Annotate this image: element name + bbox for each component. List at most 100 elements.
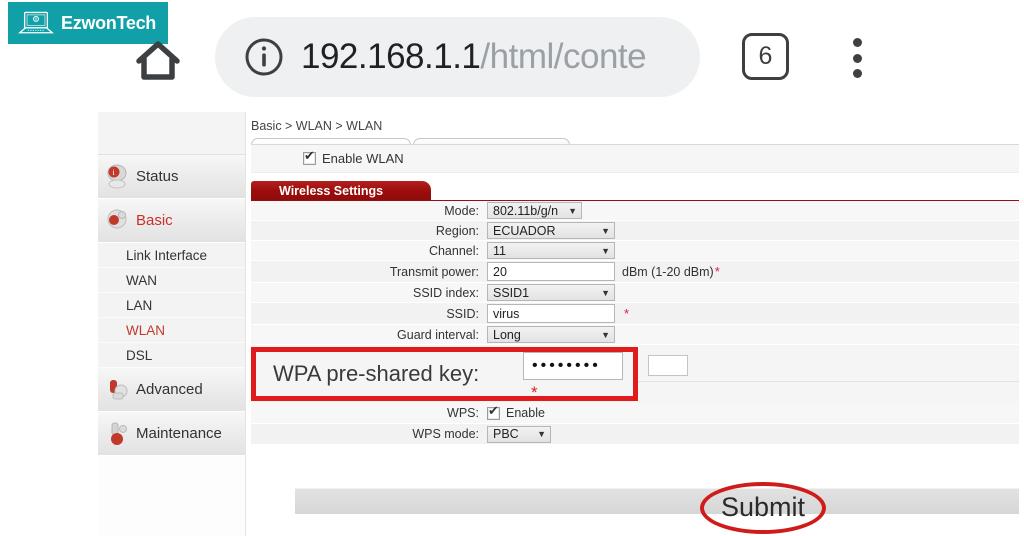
ssid-index-select[interactable]: SSID1 ▼ xyxy=(487,284,615,301)
router-admin-page: i Status Basic Link Interface WAN LAN WL… xyxy=(98,112,1024,536)
laptop-icon xyxy=(18,11,54,34)
sidebar-item-advanced[interactable]: Advanced xyxy=(98,368,245,412)
ssid-index-select-value: SSID1 xyxy=(493,285,530,300)
sidebar-item-basic[interactable]: Basic xyxy=(98,199,245,243)
advanced-icon xyxy=(110,380,128,400)
sidebar-subitem-label: LAN xyxy=(126,297,153,313)
basic-icon xyxy=(107,209,127,229)
url-bar[interactable]: 192.168.1.1/html/conte xyxy=(215,17,700,97)
sidebar: i Status Basic Link Interface WAN LAN WL… xyxy=(98,112,246,536)
url-text[interactable]: 192.168.1.1/html/conte xyxy=(301,37,647,77)
wps-enable-checkbox[interactable] xyxy=(487,404,500,420)
sidebar-subitem-wan[interactable]: WAN xyxy=(98,268,245,293)
mode-select[interactable]: 802.11b/g/n ▼ xyxy=(487,202,582,219)
status-icon: i xyxy=(107,164,127,189)
home-icon[interactable] xyxy=(133,37,183,83)
guard-interval-select-value: Long xyxy=(493,327,521,342)
wpa-secondary-input[interactable] xyxy=(648,355,688,376)
field-label-wps: WPS: xyxy=(447,406,479,420)
wps-mode-select-value: PBC xyxy=(493,427,519,441)
field-label-wps-mode: WPS mode: xyxy=(412,427,479,441)
field-label-transmit-power: Transmit power: xyxy=(389,264,479,279)
sidebar-subitem-wlan[interactable]: WLAN xyxy=(98,318,245,343)
wpa-preshared-key-value: •••••••• xyxy=(532,357,601,374)
sidebar-subitem-label: WAN xyxy=(126,272,157,288)
sidebar-item-status[interactable]: i Status xyxy=(98,155,245,199)
field-row-wps-mode: WPS mode: PBC ▼ xyxy=(251,424,1019,445)
field-label-ssid-index: SSID index: xyxy=(412,285,479,300)
chevron-down-icon: ▼ xyxy=(537,429,546,439)
field-control-ssid-index: SSID1 ▼ xyxy=(487,284,615,301)
tab-count-button[interactable]: 6 xyxy=(742,33,789,80)
kebab-menu-icon[interactable] xyxy=(847,38,867,78)
field-control-ssid: virus * xyxy=(487,304,629,323)
maintenance-icon xyxy=(111,422,127,445)
sidebar-subitem-label: WLAN xyxy=(126,322,166,338)
submit-button[interactable]: Submit xyxy=(700,478,826,536)
chevron-down-icon: ▼ xyxy=(601,225,610,236)
chevron-down-icon: ▼ xyxy=(601,245,610,256)
logo-label: EzwonTech xyxy=(61,12,156,33)
field-label-mode: Mode: xyxy=(444,203,479,218)
field-control-region: ECUADOR ▼ xyxy=(487,222,615,239)
sidebar-subitem-lan[interactable]: LAN xyxy=(98,293,245,318)
region-select[interactable]: ECUADOR ▼ xyxy=(487,222,615,239)
field-control-wps-mode: PBC ▼ xyxy=(487,425,551,443)
field-row-mode: Mode: 802.11b/g/n ▼ xyxy=(251,201,1019,221)
section-title-tab: Wireless Settings xyxy=(251,181,431,201)
sidebar-item-maintenance[interactable]: Maintenance xyxy=(98,412,245,456)
sidebar-filler xyxy=(98,456,245,536)
transmit-power-unit: dBm (1-20 dBm) xyxy=(622,264,714,279)
form-footer-bar xyxy=(295,488,1019,514)
sidebar-header-spacer xyxy=(98,112,245,155)
field-label-region: Region: xyxy=(435,223,479,238)
enable-wlan-checkbox[interactable] xyxy=(303,149,316,165)
sidebar-item-label: Advanced xyxy=(136,381,203,398)
breadcrumb: Basic > WLAN > WLAN xyxy=(251,119,383,133)
enable-wlan-row[interactable]: Enable WLAN xyxy=(251,145,1019,173)
required-asterisk: * xyxy=(714,264,720,279)
kebab-dot xyxy=(852,38,862,47)
field-control-mode: 802.11b/g/n ▼ xyxy=(487,202,582,219)
field-control-transmit-power: 20 dBm (1-20 dBm) * xyxy=(487,262,720,281)
kebab-dot xyxy=(852,69,862,78)
field-label-ssid: SSID: xyxy=(446,306,479,321)
sidebar-subitem-link-interface[interactable]: Link Interface xyxy=(98,243,245,268)
sidebar-item-label: Maintenance xyxy=(136,425,222,442)
submit-label: Submit xyxy=(720,491,806,522)
content-right-edge xyxy=(1019,112,1024,536)
sidebar-subitem-label: DSL xyxy=(126,347,153,363)
required-asterisk: * xyxy=(624,306,630,321)
field-control-guard-interval: Long ▼ xyxy=(487,326,615,343)
kebab-dot xyxy=(852,53,862,63)
wpa-required-asterisk: * xyxy=(531,383,538,402)
guard-interval-select[interactable]: Long ▼ xyxy=(487,326,615,343)
field-row-ssid-index: SSID index: SSID1 ▼ xyxy=(251,283,1019,303)
field-row-region: Region: ECUADOR ▼ xyxy=(251,221,1019,241)
url-host: 192.168.1.1 xyxy=(301,37,481,76)
chevron-down-icon: ▼ xyxy=(601,329,610,340)
field-control-wps: Enable xyxy=(487,404,545,420)
field-row-ssid: SSID: virus * xyxy=(251,303,1019,325)
browser-toolbar: EzwonTech 192.168.1.1/html/conte 6 xyxy=(0,0,1024,112)
info-circle-icon[interactable] xyxy=(243,36,285,78)
field-control-channel: 11 ▼ xyxy=(487,242,615,259)
sidebar-subitem-dsl[interactable]: DSL xyxy=(98,343,245,368)
wpa-preshared-key-input[interactable]: •••••••• xyxy=(523,352,623,380)
field-row-transmit-power: Transmit power: 20 dBm (1-20 dBm) * xyxy=(251,261,1019,283)
chevron-down-icon: ▼ xyxy=(568,205,577,216)
section-title-label: Wireless Settings xyxy=(279,184,384,198)
url-path: /html/conte xyxy=(480,37,647,76)
transmit-power-input[interactable]: 20 xyxy=(487,262,615,281)
content-area: Basic > WLAN > WLAN WLAN WLAN Filtering … xyxy=(246,112,1024,536)
wpa-row-divider xyxy=(638,381,1019,382)
channel-select[interactable]: 11 ▼ xyxy=(487,242,615,259)
ssid-input[interactable]: virus xyxy=(487,304,615,323)
region-select-value: ECUADOR xyxy=(493,223,556,238)
ssid-value: virus xyxy=(493,306,520,321)
transmit-power-value: 20 xyxy=(493,264,507,279)
wps-mode-select[interactable]: PBC ▼ xyxy=(487,425,551,443)
field-label-channel: Channel: xyxy=(428,243,479,258)
chevron-down-icon: ▼ xyxy=(601,287,610,298)
tab-count-label: 6 xyxy=(758,42,773,70)
